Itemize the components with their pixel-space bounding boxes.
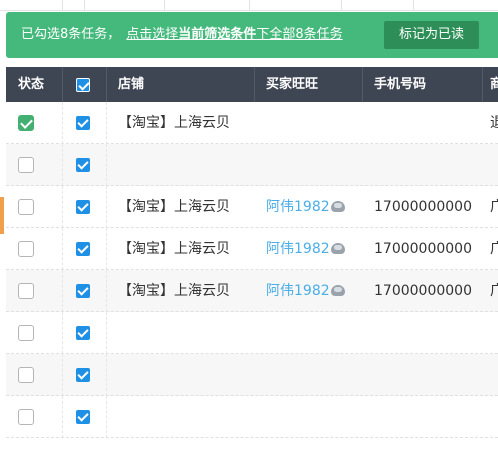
row-select-checkbox[interactable]	[76, 200, 90, 214]
select-all-link-part3: 下全部8条任务	[256, 27, 343, 42]
column-divider	[106, 102, 107, 144]
buyer-cell: 阿伟1982	[266, 270, 345, 312]
clipped-cell	[0, 0, 63, 10]
select-all-link-part1: 点击选择	[126, 27, 179, 42]
column-divider	[62, 144, 63, 186]
status-checkbox[interactable]	[18, 241, 34, 257]
buyer-link[interactable]: 阿伟1982	[266, 283, 330, 299]
column-divider	[106, 312, 107, 354]
column-divider	[62, 102, 63, 144]
clipped-cell	[62, 0, 85, 10]
column-divider	[254, 67, 255, 102]
phone-cell: 17000000000	[374, 283, 472, 299]
table-row[interactable]	[6, 396, 498, 438]
column-divider	[62, 186, 63, 228]
buyer-link[interactable]: 阿伟1982	[266, 199, 330, 215]
column-divider	[482, 67, 483, 102]
clipped-cell	[84, 0, 165, 10]
column-header-status[interactable]: 状态	[18, 67, 44, 102]
table-row[interactable]	[6, 144, 498, 186]
wangwang-avatar-icon[interactable]	[330, 243, 345, 254]
phone-cell: 17000000000	[374, 241, 472, 257]
column-header-clipped[interactable]: 商	[490, 67, 498, 102]
column-divider	[106, 186, 107, 228]
wangwang-avatar-icon[interactable]	[330, 285, 345, 296]
status-checkbox[interactable]	[18, 157, 34, 173]
row-select-checkbox[interactable]	[76, 158, 90, 172]
column-header-buyer[interactable]: 买家旺旺	[266, 67, 318, 102]
column-header-shop[interactable]: 店铺	[118, 67, 144, 102]
status-checkbox[interactable]	[18, 367, 34, 383]
row-select-checkbox[interactable]	[76, 410, 90, 424]
select-all-filtered-link[interactable]: 点击选择当前筛选条件下全部8条任务	[126, 27, 342, 42]
table-row[interactable]: 【淘宝】上海云贝 阿伟1982 17000000000 广	[6, 228, 498, 270]
table-row[interactable]	[6, 312, 498, 354]
shop-cell: 【淘宝】上海云贝	[118, 115, 230, 131]
clipped-cell: 广	[490, 283, 498, 299]
clipped-cell: 广	[490, 241, 498, 257]
clipped-cell	[341, 0, 414, 10]
column-divider	[362, 67, 363, 102]
shop-cell: 【淘宝】上海云贝	[118, 241, 230, 257]
column-header-phone[interactable]: 手机号码	[374, 67, 426, 102]
shop-cell: 【淘宝】上海云贝	[118, 283, 230, 299]
clipped-cell: 广	[490, 199, 498, 215]
buyer-cell: 阿伟1982	[266, 228, 345, 270]
column-divider	[106, 354, 107, 396]
column-divider	[106, 228, 107, 270]
select-all-checkbox[interactable]	[76, 78, 90, 92]
status-checkbox[interactable]	[18, 409, 34, 425]
selected-count-text: 已勾选8条任务，	[21, 27, 121, 42]
column-divider	[62, 67, 63, 102]
column-divider	[62, 228, 63, 270]
row-select-checkbox[interactable]	[76, 368, 90, 382]
column-divider	[106, 396, 107, 438]
buyer-link[interactable]: 阿伟1982	[266, 241, 330, 257]
table-row[interactable]: 【淘宝】上海云贝 阿伟1982 17000000000 广	[6, 186, 498, 228]
shop-cell: 【淘宝】上海云贝	[118, 199, 230, 215]
status-checkbox[interactable]	[18, 199, 34, 215]
row-select-checkbox[interactable]	[76, 242, 90, 256]
buyer-cell: 阿伟1982	[266, 186, 345, 228]
row-highlight-marker	[0, 197, 4, 234]
clipped-cell	[249, 0, 342, 10]
clipped-cell	[164, 0, 250, 10]
clipped-cell: 退	[490, 115, 498, 131]
selection-banner-text: 已勾选8条任务， 点击选择当前筛选条件下全部8条任务	[21, 12, 343, 58]
status-checkbox[interactable]	[18, 283, 34, 299]
column-divider	[62, 312, 63, 354]
table-row[interactable]	[6, 354, 498, 396]
status-checkbox[interactable]	[18, 325, 34, 341]
table-row[interactable]: 【淘宝】上海云贝 阿伟1982 17000000000 广	[6, 270, 498, 312]
column-divider	[106, 270, 107, 312]
column-divider	[62, 396, 63, 438]
column-divider	[106, 67, 107, 102]
column-divider	[62, 354, 63, 396]
table-row[interactable]: 【淘宝】上海云贝 退	[6, 102, 498, 144]
table-header: 状态 店铺 买家旺旺 手机号码 商	[6, 67, 498, 102]
mark-as-read-button[interactable]: 标记为已读	[384, 21, 479, 49]
row-select-checkbox[interactable]	[76, 116, 90, 130]
phone-cell: 17000000000	[374, 199, 472, 215]
wangwang-avatar-icon[interactable]	[330, 201, 345, 212]
select-all-link-part2: 当前筛选条件	[178, 27, 257, 42]
status-checkbox[interactable]	[18, 115, 34, 131]
clipped-previous-row	[0, 0, 498, 11]
row-select-checkbox[interactable]	[76, 284, 90, 298]
row-select-checkbox[interactable]	[76, 326, 90, 340]
selection-banner: 已勾选8条任务， 点击选择当前筛选条件下全部8条任务 标记为已读	[6, 12, 498, 58]
column-divider	[62, 270, 63, 312]
column-divider	[106, 144, 107, 186]
